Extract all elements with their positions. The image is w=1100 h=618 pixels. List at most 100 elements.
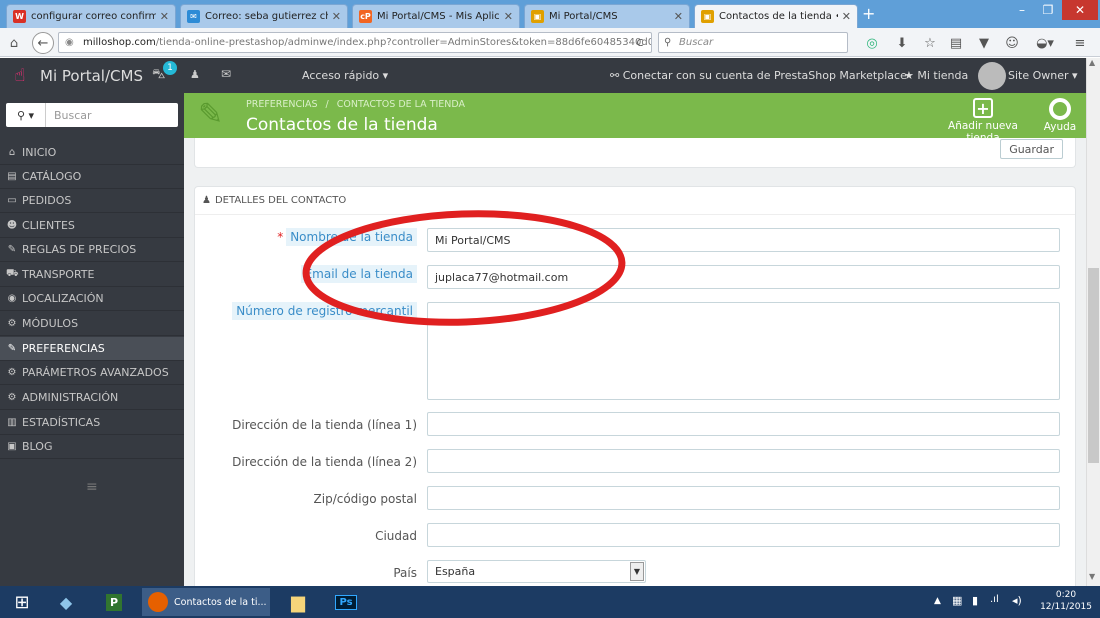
sidebar-item-preferencias[interactable]: ✎ PREFERENCIAS xyxy=(0,337,184,361)
bookmark-star-icon[interactable]: ☆ xyxy=(920,33,940,53)
cart-badge: 1 xyxy=(163,61,177,75)
sidebar-item-pedidos[interactable]: ▭ PEDIDOS xyxy=(0,189,184,213)
back-icon[interactable]: ← xyxy=(32,32,54,54)
restore-icon[interactable]: ❐ xyxy=(1036,0,1060,20)
browser-tab-active[interactable]: ▣ Contactos de la tienda • ... ✕ xyxy=(694,4,858,28)
address2-label: Dirección de la tienda (línea 2) xyxy=(232,455,417,469)
tab-title: Mi Portal/CMS - Mis Aplic... xyxy=(377,11,500,22)
tray-volume-icon[interactable]: ◂) xyxy=(1012,594,1022,607)
sidebar-item-localizacion[interactable]: ◉ LOCALIZACIÓN xyxy=(0,287,184,311)
tray-arrow-icon[interactable]: ▲ xyxy=(934,596,941,606)
sidebar-item-label: CATÁLOGO xyxy=(22,170,82,183)
close-icon[interactable]: ✕ xyxy=(674,10,683,23)
main-content: Guardar ♟ DETALLES DEL CONTACTO * Nombre … xyxy=(184,138,1086,586)
city-input[interactable] xyxy=(427,523,1060,547)
plus-square-icon: + xyxy=(973,98,993,118)
folder-icon[interactable]: ▆ xyxy=(280,588,316,616)
explorer-icon[interactable]: ◆ xyxy=(48,588,84,616)
cogs-icon: ⚙ xyxy=(7,367,17,378)
breadcrumb-item[interactable]: PREFERENCIAS xyxy=(246,99,317,110)
sidebar-item-blog[interactable]: ▣ BLOG xyxy=(0,435,184,459)
close-window-icon[interactable]: ✕ xyxy=(1062,0,1098,20)
sidebar-search-placeholder: Buscar xyxy=(54,108,92,122)
close-icon[interactable]: ✕ xyxy=(842,10,851,23)
sidebar-item-catalogo[interactable]: ▤ CATÁLOGO xyxy=(0,165,184,189)
browser-tab[interactable]: ✉ Correo: seba gutierrez cha... ✕ xyxy=(180,4,348,28)
hamburger-menu-icon[interactable]: ≡ xyxy=(1070,33,1090,53)
new-tab-icon[interactable]: + xyxy=(862,6,875,22)
photoshop-icon[interactable]: Ps xyxy=(328,588,364,616)
reload-icon[interactable]: C xyxy=(630,33,650,53)
page-scrollbar[interactable]: ▲ ▼ xyxy=(1086,58,1100,586)
sidebar-item-label: INICIO xyxy=(22,146,57,159)
scroll-down-icon[interactable]: ▼ xyxy=(1089,572,1095,581)
taskbar-firefox-label: Contactos de la ti... xyxy=(174,596,267,608)
sidebar-item-modulos[interactable]: ⚙ MÓDULOS xyxy=(0,312,184,336)
scroll-up-icon[interactable]: ▲ xyxy=(1089,58,1095,67)
marketplace-link[interactable]: ⚯ Conectar con su cuenta de PrestaShop M… xyxy=(610,69,907,82)
project-app-icon[interactable]: P xyxy=(96,588,132,616)
tray-battery-icon[interactable]: ▮ xyxy=(972,594,978,607)
url-host: milloshop.com xyxy=(83,37,156,48)
quick-access-dropdown[interactable]: Acceso rápido ▾ xyxy=(302,69,388,82)
tray-network-icon[interactable]: ▦ xyxy=(952,594,962,607)
close-icon[interactable]: ✕ xyxy=(504,10,513,23)
star-icon: ★ xyxy=(904,69,914,82)
save-button[interactable]: Guardar xyxy=(1000,139,1063,159)
browser-tab[interactable]: W configurar correo confirm... ✕ xyxy=(6,4,176,28)
address1-input[interactable] xyxy=(427,412,1060,436)
taskbar: ⊞ ◆ P Contactos de la ti... ▆ Ps ▲ ▦ ▮ .… xyxy=(0,586,1100,618)
country-label: País xyxy=(393,566,417,580)
windows-start-icon[interactable]: ⊞ xyxy=(4,588,40,616)
tag-icon: ✎ xyxy=(7,244,17,255)
pocket-icon[interactable]: ▼ xyxy=(974,33,994,53)
close-icon[interactable]: ✕ xyxy=(160,10,169,23)
sidebar-item-administracion[interactable]: ⚙ ADMINISTRACIÓN xyxy=(0,386,184,410)
download-icon[interactable]: ⬇ xyxy=(892,33,912,53)
home-icon[interactable]: ⌂ xyxy=(4,33,24,53)
chat-icon[interactable]: ☺ xyxy=(1002,33,1022,53)
collapse-menu-icon[interactable]: ≡ xyxy=(86,479,98,495)
tray-signal-icon[interactable]: .ıl xyxy=(990,594,999,605)
address2-input[interactable] xyxy=(427,449,1060,473)
avatar[interactable] xyxy=(978,62,1006,90)
extension-icon[interactable]: ◎ xyxy=(862,33,882,53)
brand-name: Mi Portal/CMS xyxy=(40,66,143,85)
search-icon[interactable]: ⚲ ▾ xyxy=(6,103,46,127)
caret-down-icon: ▾ xyxy=(1072,69,1078,82)
taskbar-firefox[interactable]: Contactos de la ti... xyxy=(142,588,270,616)
sidebar-search-input[interactable]: ⚲ ▾ Buscar xyxy=(6,103,178,127)
help-button[interactable]: Ayuda xyxy=(1040,98,1080,133)
my-store-link[interactable]: ★ Mi tienda xyxy=(904,69,968,82)
browser-tab[interactable]: cP Mi Portal/CMS - Mis Aplic... ✕ xyxy=(352,4,520,28)
user-menu[interactable]: Site Owner ▾ xyxy=(1008,69,1078,82)
user-icon[interactable]: ♟ xyxy=(190,68,200,81)
minimize-icon[interactable]: – xyxy=(1010,0,1034,20)
reading-list-icon[interactable]: ▤ xyxy=(946,33,966,53)
addon-menu-icon[interactable]: ◒▾ xyxy=(1032,33,1058,53)
breadcrumb-separator: / xyxy=(325,99,329,110)
browser-search-input[interactable]: ⚲ Buscar xyxy=(658,32,848,53)
close-icon[interactable]: ✕ xyxy=(332,10,341,23)
sidebar-item-parametros-avanzados[interactable]: ⚙ PARÁMETROS AVANZADOS xyxy=(0,361,184,385)
sidebar-item-inicio[interactable]: ⌂ INICIO xyxy=(0,141,184,165)
zip-label: Zip/código postal xyxy=(313,492,417,506)
sidebar-item-label: TRANSPORTE xyxy=(22,268,95,281)
sidebar-item-clientes[interactable]: ☻ CLIENTES xyxy=(0,214,184,238)
sidebar-item-reglas-precios[interactable]: ✎ REGLAS DE PRECIOS xyxy=(0,238,184,262)
zip-input[interactable] xyxy=(427,486,1060,510)
url-bar[interactable]: ◉ milloshop.com/tienda-online-prestashop… xyxy=(58,32,652,53)
country-select[interactable]: España ▼ xyxy=(427,560,646,583)
sidebar-item-label: CLIENTES xyxy=(22,219,75,232)
globe-icon: ◉ xyxy=(7,293,17,304)
tray-clock[interactable]: 0:20 12/11/2015 xyxy=(1036,589,1096,613)
browser-tab[interactable]: ▣ Mi Portal/CMS ✕ xyxy=(524,4,690,28)
tab-favicon-icon: cP xyxy=(359,10,372,23)
sidebar-item-transporte[interactable]: ⛟ TRANSPORTE xyxy=(0,263,184,287)
sidebar-item-label: PARÁMETROS AVANZADOS xyxy=(22,366,169,379)
scroll-thumb[interactable] xyxy=(1088,268,1099,463)
sidebar-item-estadisticas[interactable]: ▥ ESTADÍSTICAS xyxy=(0,411,184,435)
breadcrumb-item[interactable]: CONTACTOS DE LA TIENDA xyxy=(337,99,465,110)
sidebar-item-label: ADMINISTRACIÓN xyxy=(22,391,119,404)
envelope-icon[interactable]: ✉ xyxy=(221,67,231,81)
